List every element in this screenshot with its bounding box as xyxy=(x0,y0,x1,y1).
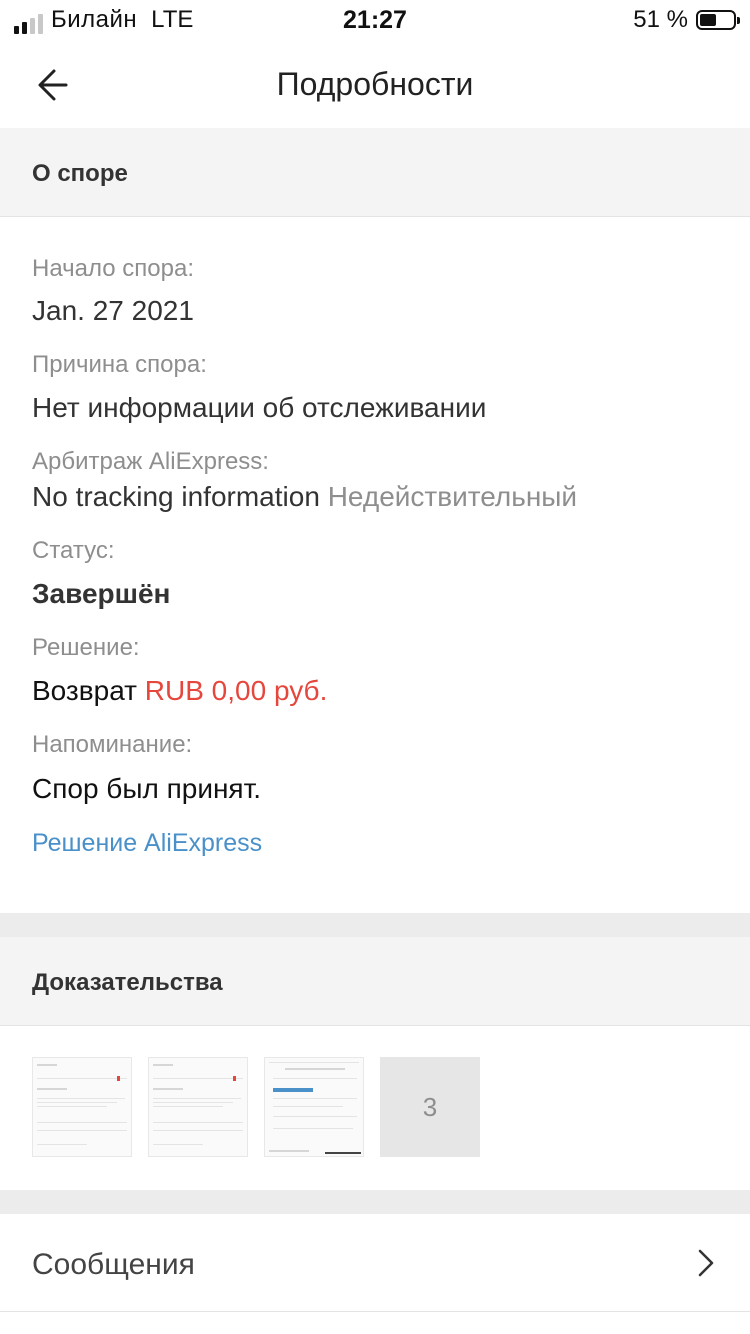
reminder-value: Спор был принят. xyxy=(32,773,262,804)
solution-value: Возврат xyxy=(32,675,137,706)
status-bar: Билайн LTE 21:27 51 % xyxy=(0,0,750,44)
page-title: Подробности xyxy=(276,66,474,102)
arbitration-value: No tracking information xyxy=(32,481,320,512)
chevron-right-icon xyxy=(698,1249,714,1277)
evidence-image[interactable] xyxy=(264,1057,364,1157)
evidence-thumbnails: 3 xyxy=(32,1057,480,1157)
messages-label: Сообщения xyxy=(32,1248,195,1281)
nav-bar: Подробности xyxy=(0,44,750,128)
reminder-label: Напоминание: xyxy=(32,731,193,758)
arbitration-status: Недействительный xyxy=(327,481,578,512)
section-divider xyxy=(0,913,750,937)
section-title: О споре xyxy=(32,160,128,187)
arbitration-row: No tracking information Недействительный xyxy=(32,483,577,511)
evidence-image[interactable] xyxy=(148,1057,248,1157)
solution-row: Возврат RUB 0,00 руб. xyxy=(32,677,327,705)
section-divider xyxy=(0,1190,750,1214)
more-evidence-count[interactable]: 3 xyxy=(380,1057,480,1157)
section-title: Доказательства xyxy=(32,969,223,996)
evidence-image[interactable] xyxy=(32,1057,132,1157)
arbitration-label: Арбитраж AliExpress: xyxy=(32,448,269,475)
status-bar-right: 51 % xyxy=(633,6,740,34)
battery-percent: 51 % xyxy=(633,6,688,33)
section-header-evidence: Доказательства xyxy=(0,937,750,1026)
status-value: Завершён xyxy=(32,578,171,609)
refund-amount: RUB 0,00 руб. xyxy=(144,675,328,706)
solution-label: Решение: xyxy=(32,634,140,661)
start-date-label: Начало спора: xyxy=(32,255,194,282)
reason-label: Причина спора: xyxy=(32,351,207,378)
messages-row[interactable]: Сообщения xyxy=(0,1214,750,1312)
section-header-dispute: О споре xyxy=(0,128,750,217)
battery-icon xyxy=(696,10,740,30)
dispute-info: Начало спора: Jan. 27 2021 Причина спора… xyxy=(32,217,722,917)
start-date-value: Jan. 27 2021 xyxy=(32,295,194,326)
aliexpress-solution-link[interactable]: Решение AliExpress xyxy=(32,829,262,858)
status-label: Статус: xyxy=(32,537,115,564)
reason-value: Нет информации об отслеживании xyxy=(32,392,487,423)
